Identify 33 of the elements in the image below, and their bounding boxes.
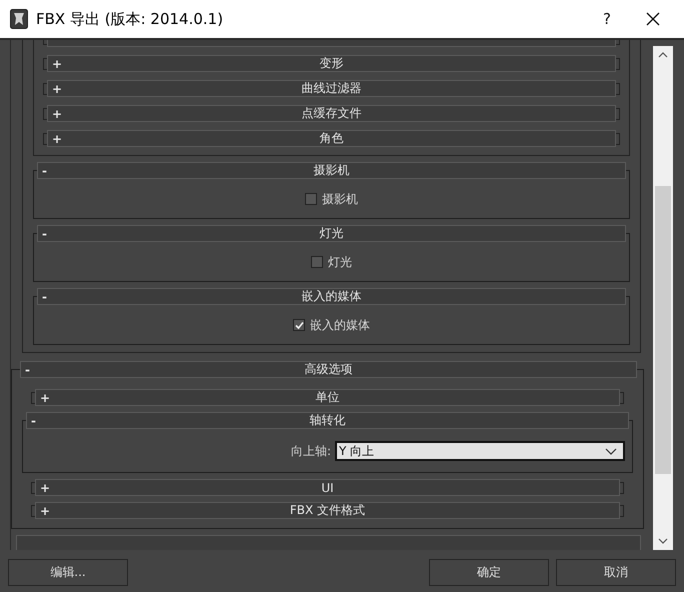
rollout-header[interactable]: [16, 535, 641, 550]
rollout-header[interactable]: + 角色: [47, 130, 616, 147]
up-axis-label: 向上轴:: [290, 442, 331, 460]
rollout-header[interactable]: + 曲线过滤器: [47, 80, 616, 97]
dialog-button[interactable]: 取消: [556, 559, 676, 586]
close-icon: [646, 12, 660, 26]
rollout-header[interactable]: + UI: [35, 479, 620, 496]
checkbox-label: 摄影机: [322, 190, 358, 208]
chevron-down-icon: [605, 448, 617, 454]
scrollbar-thumb[interactable]: [655, 186, 671, 474]
checkbox[interactable]: [311, 256, 323, 268]
dropdown[interactable]: Y 向上: [335, 441, 625, 461]
rollout-header[interactable]: - 轴转化: [26, 412, 629, 429]
checkbox-label: 嵌入的媒体: [310, 316, 370, 334]
rollout-header[interactable]: - 摄影机: [37, 162, 626, 179]
checkbox-label: 灯光: [328, 254, 352, 270]
rollout-header[interactable]: - 灯光: [37, 225, 626, 242]
app-icon: [10, 9, 28, 29]
help-button[interactable]: ?: [584, 0, 630, 38]
scrollbar[interactable]: [653, 46, 673, 550]
checkbox[interactable]: [293, 319, 305, 331]
scroll-down-icon: [658, 538, 668, 544]
rollout-header[interactable]: - 嵌入的媒体: [37, 288, 626, 305]
scroll-up-icon: [658, 52, 668, 58]
window-title: FBX 导出 (版本: 2014.0.1): [36, 10, 224, 28]
rollout-header[interactable]: - 高级选项: [20, 361, 637, 378]
dialog-button[interactable]: 编辑...: [8, 559, 128, 586]
checkbox[interactable]: [305, 193, 317, 205]
rollout-header[interactable]: + 变形: [47, 55, 616, 72]
rollout-header[interactable]: + FBX 文件格式: [35, 502, 620, 519]
rollout-header[interactable]: + 单位: [35, 389, 620, 406]
dialog-button[interactable]: 确定: [429, 559, 549, 586]
rollout-header[interactable]: + 点缓存文件: [47, 105, 616, 122]
